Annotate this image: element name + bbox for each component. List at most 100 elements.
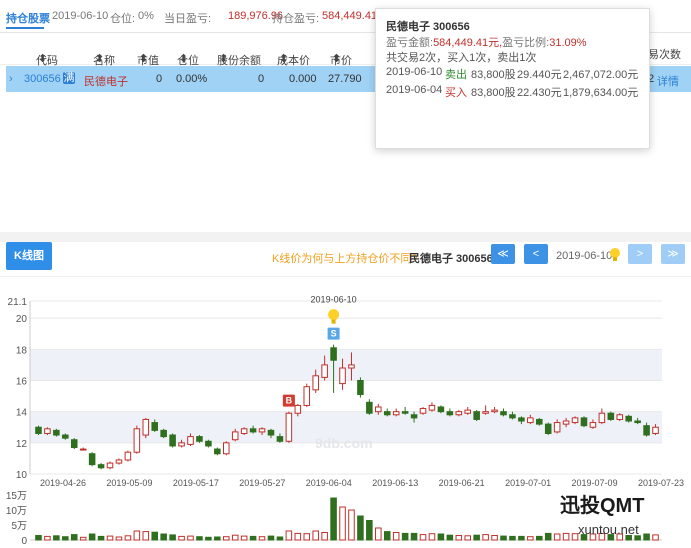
candle-body	[106, 462, 114, 469]
last-trade-button[interactable]: ≫	[661, 244, 685, 264]
volume-bar	[294, 532, 302, 541]
tab-holdings[interactable]: 持仓股票	[6, 10, 50, 26]
candle-body	[240, 428, 248, 434]
candle-body	[598, 412, 606, 424]
date-tick-label: 2019-07-01	[505, 478, 551, 488]
volume-bar	[303, 533, 311, 541]
volume-bar	[187, 535, 194, 541]
row-name: 民德电子	[84, 76, 128, 88]
brand-url: xuntou.net	[578, 522, 639, 537]
candle-body	[35, 426, 42, 434]
row-expand-icon[interactable]: ›	[9, 73, 13, 85]
volume-bar	[312, 530, 319, 541]
date-tick-label: 2019-07-09	[572, 478, 618, 488]
volume-tick-label: 0	[21, 536, 27, 547]
date-tick-label: 2019-06-04	[306, 478, 352, 488]
candle-body	[115, 459, 123, 464]
date-tick-label: 2019-04-26	[40, 478, 86, 488]
candle-body	[518, 417, 525, 422]
daily-pl-label: 当日盈亏:	[164, 13, 212, 25]
candle-body	[589, 422, 597, 428]
price-tick-label: 10	[16, 470, 28, 481]
candle-body	[214, 448, 221, 455]
volume-bar	[62, 536, 69, 541]
candle-body	[267, 429, 275, 436]
active-tab-indicator	[6, 27, 44, 29]
candle-body	[527, 417, 534, 424]
kline-header: K线图 K线价为何与上方持仓价不同? 民德电子 300656 ≪ < 2019-…	[0, 242, 691, 277]
candle-body	[473, 411, 480, 420]
date-axis: 2019-04-26 2019-05-09 2019-05-17 2019-05-27…	[40, 478, 684, 488]
tab-kline[interactable]: K线图	[6, 242, 52, 270]
candle-body	[205, 440, 212, 447]
volume-bar	[151, 531, 159, 541]
candle-body	[383, 411, 391, 416]
candle-body	[366, 401, 373, 414]
date-tick-label: 2019-06-13	[372, 478, 418, 488]
brand-logo-text: 迅投QMT	[560, 493, 644, 517]
volume-bar	[70, 534, 78, 541]
candle-body	[464, 409, 472, 414]
next-trade-button[interactable]: >	[628, 244, 652, 264]
margin-badge: 满	[63, 72, 75, 84]
volume-bar	[169, 534, 176, 541]
lightbulb-base	[331, 319, 336, 324]
price-tick-label: 16	[16, 376, 28, 387]
volume-bar	[366, 520, 373, 541]
sort-icon: ⬍	[219, 53, 229, 65]
buy-marker-label: B	[286, 396, 293, 406]
candle-body	[330, 347, 337, 361]
candle-body	[79, 448, 87, 451]
kline-stock-name: 民德电子 300656	[409, 253, 493, 265]
sort-icon: ⬍	[95, 53, 105, 65]
row-market-value: 0	[156, 73, 163, 85]
popup-pl-line: 盈亏金额:584,449.41元,盈亏比例:31.09%	[386, 37, 587, 49]
volume-bar	[446, 534, 454, 541]
volume-bar	[88, 533, 96, 541]
prev-trade-button[interactable]: <	[524, 244, 548, 264]
first-trade-button[interactable]: ≪	[491, 244, 515, 264]
trade-detail-popup: 民德电子 300656 盈亏金额:584,449.41元,盈亏比例:31.09%…	[375, 8, 650, 149]
candle-body	[169, 434, 176, 447]
candle-body	[401, 411, 409, 414]
candle-body	[312, 375, 319, 391]
row-detail-link[interactable]: 详情	[657, 73, 679, 89]
candle-body	[500, 411, 507, 416]
volume-bar	[509, 535, 516, 541]
volume-bar	[571, 533, 579, 541]
date-tick-label: 2019-06-21	[439, 478, 485, 488]
volume-bar	[106, 535, 114, 541]
volume-bar	[205, 536, 212, 541]
volume-bar	[285, 530, 293, 541]
sell-marker-label: S	[331, 329, 337, 339]
candle-body	[97, 464, 105, 469]
volume-bar	[79, 536, 87, 541]
candle-body	[44, 428, 51, 434]
candle-body	[509, 414, 516, 419]
price-tick-label: 12	[16, 439, 28, 450]
candle-body	[303, 386, 311, 406]
candle-body	[124, 451, 132, 461]
col-trade-count[interactable]: 易次数	[648, 46, 681, 62]
volume-bar	[473, 534, 480, 541]
candle-body	[258, 428, 266, 433]
candle-body	[53, 429, 60, 436]
sort-icon: ⬍	[279, 53, 289, 65]
candle-body	[222, 442, 230, 455]
date-tick-label: 2019-07-23	[638, 478, 684, 488]
candle-body	[133, 428, 141, 453]
volume-bar	[35, 535, 42, 541]
volume-bar	[142, 531, 150, 541]
kline-chart[interactable]: 21.1201816141210 15万10万5万0 2019-04-26 201…	[0, 276, 691, 548]
price-diff-help-link[interactable]: K线价为何与上方持仓价不同?	[272, 250, 417, 266]
date-tick-label: 2019-05-27	[239, 478, 285, 488]
candle-body	[231, 431, 239, 441]
row-share-balance: 0	[258, 73, 265, 85]
candle-body	[339, 367, 346, 385]
volume-bar	[553, 533, 561, 541]
volume-tick-label: 15万	[6, 491, 27, 502]
candle-body	[348, 364, 355, 369]
volume-bar	[53, 535, 60, 541]
price-tick-label: 20	[16, 314, 28, 325]
volume-bar	[643, 533, 650, 541]
